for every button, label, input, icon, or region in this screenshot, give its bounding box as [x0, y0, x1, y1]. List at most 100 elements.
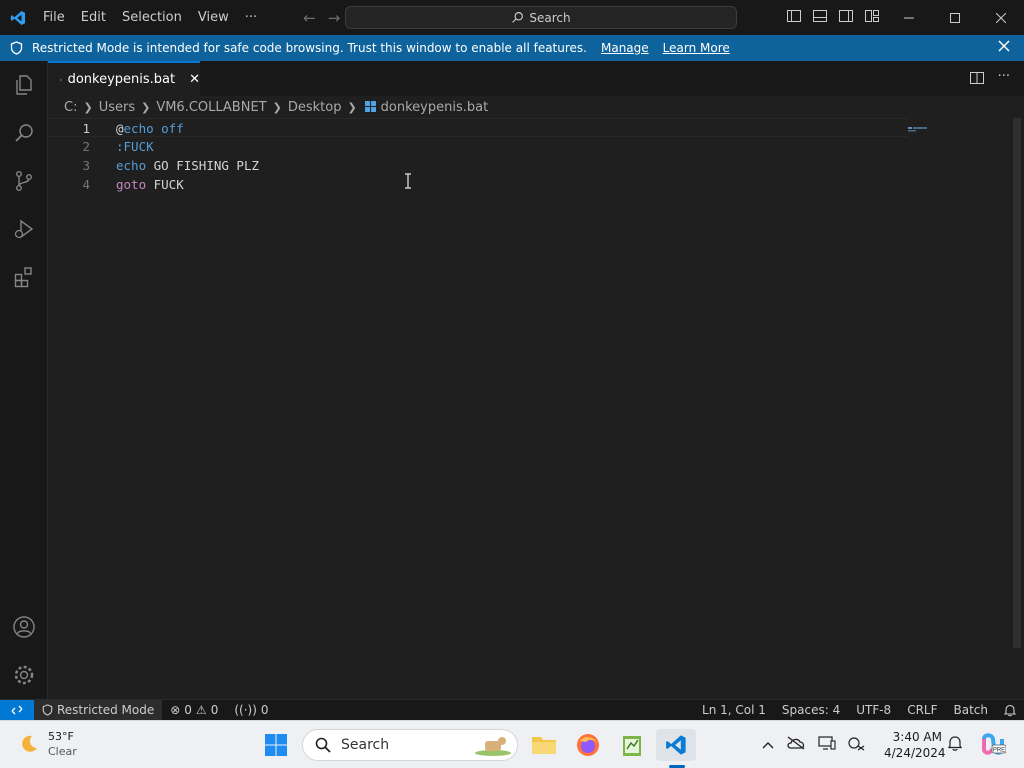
customize-layout-icon[interactable]	[864, 8, 880, 24]
breadcrumb-drive[interactable]: C:	[64, 100, 77, 115]
restricted-mode-status[interactable]: Restricted Mode	[34, 699, 163, 721]
close-window-icon[interactable]	[978, 0, 1024, 35]
title-bar: File Edit Selection View ··· ← → Search	[0, 0, 1024, 35]
line-number: 4	[82, 177, 90, 192]
restricted-mode-banner: Restricted Mode is intended for safe cod…	[0, 35, 1024, 61]
code-token: echo	[116, 158, 147, 173]
weather-widget[interactable]: 53°F Clear	[18, 729, 77, 759]
shield-icon	[0, 41, 32, 55]
warning-count: 0	[210, 703, 219, 717]
command-center-search[interactable]: Search	[345, 6, 737, 29]
breadcrumb-file[interactable]: donkeypenis.bat	[381, 100, 489, 115]
toggle-secondary-sidebar-icon[interactable]	[838, 8, 854, 24]
code-text: goto FUCK	[116, 175, 184, 194]
maximize-icon[interactable]	[932, 0, 978, 35]
code-line[interactable]: 1 @echo off	[48, 118, 908, 137]
copilot-icon[interactable]: PRE	[980, 731, 1007, 761]
code-token: echo off	[123, 121, 184, 136]
split-editor-icon[interactable]	[969, 71, 984, 89]
chevron-right-icon: ❯	[347, 100, 357, 114]
manage-gear-icon[interactable]	[0, 651, 48, 699]
weather-temp: 53°F	[48, 730, 74, 743]
line-number: 3	[82, 158, 90, 173]
code-line[interactable]: 3 echo GO FISHING PLZ	[48, 156, 908, 175]
network-disconnected-icon[interactable]	[848, 735, 866, 755]
run-and-debug-icon[interactable]	[0, 205, 48, 253]
encoding[interactable]: UTF-8	[848, 703, 899, 717]
toggle-primary-sidebar-icon[interactable]	[786, 8, 802, 24]
code-editor[interactable]: 1 @echo off 2 :FUCK 3 echo GO FISHING PLZ 4 got…	[48, 118, 1024, 699]
menu-bar: File Edit Selection View ···	[35, 0, 265, 35]
windows-taskbar: 53°F Clear Search 3:40 AM 4/24/2024 PRE	[0, 720, 1024, 768]
menu-edit[interactable]: Edit	[73, 0, 114, 35]
system-tray	[762, 735, 866, 755]
ports-status[interactable]: ((·)) 0	[226, 703, 276, 717]
breadcrumb: C: ❯ Users ❯ VM6.COLLABNET ❯ Desktop ❯ d…	[48, 96, 1024, 118]
more-actions-icon[interactable]: ···	[998, 70, 1010, 89]
vscode-taskbar-icon[interactable]	[656, 729, 696, 761]
code-line[interactable]: 4 goto FUCK	[48, 175, 908, 194]
vertical-scrollbar[interactable]	[1013, 118, 1021, 648]
extensions-icon[interactable]	[0, 253, 48, 301]
banner-message: Restricted Mode is intended for safe cod…	[32, 41, 587, 55]
code-text: :FUCK	[116, 137, 154, 156]
close-banner-icon[interactable]	[998, 40, 1010, 55]
end-of-line[interactable]: CRLF	[899, 703, 945, 717]
clock[interactable]: 3:40 AM 4/24/2024	[884, 729, 946, 761]
chevron-up-icon[interactable]	[762, 738, 774, 753]
file-explorer-icon[interactable]	[524, 729, 564, 761]
source-control-icon[interactable]	[0, 157, 48, 205]
chevron-right-icon: ❯	[272, 100, 282, 114]
onedrive-offline-icon[interactable]	[786, 736, 806, 754]
toggle-panel-icon[interactable]	[812, 8, 828, 24]
breadcrumb-users[interactable]: Users	[99, 100, 135, 115]
code-token: GO FISHING PLZ	[146, 158, 259, 173]
language-mode[interactable]: Batch	[946, 703, 997, 717]
manage-link[interactable]: Manage	[601, 41, 649, 55]
minimap[interactable]	[908, 121, 928, 136]
notification-bell-icon[interactable]	[947, 735, 963, 755]
back-arrow-icon[interactable]: ←	[303, 9, 316, 27]
code-token: FUCK	[146, 177, 184, 192]
status-bar: Restricted Mode ⊗ 0 ⚠ 0 ((·)) 0 Ln 1, Co…	[0, 699, 1024, 721]
code-token: @	[116, 121, 124, 136]
code-text: echo GO FISHING PLZ	[116, 156, 259, 175]
close-tab-icon[interactable]: ✕	[189, 72, 200, 87]
cursor-position[interactable]: Ln 1, Col 1	[694, 703, 774, 717]
chevron-right-icon: ❯	[83, 100, 93, 114]
start-button-icon[interactable]	[264, 733, 288, 761]
firefox-icon[interactable]	[568, 729, 608, 761]
remote-indicator-icon[interactable]	[0, 699, 34, 721]
app-notepad-icon[interactable]	[612, 729, 652, 761]
menu-view[interactable]: View	[190, 0, 237, 35]
display-icon[interactable]	[818, 735, 836, 755]
error-count: 0	[184, 703, 192, 717]
minimize-icon[interactable]	[886, 0, 932, 35]
batch-file-icon	[60, 78, 62, 81]
tab-donkeypenis-bat[interactable]: donkeypenis.bat ✕	[48, 61, 200, 96]
chevron-right-icon: ❯	[141, 100, 151, 114]
menu-more[interactable]: ···	[237, 0, 265, 35]
explorer-icon[interactable]	[0, 61, 48, 109]
command-center-label: Search	[529, 10, 571, 25]
menu-selection[interactable]: Selection	[114, 0, 190, 35]
batch-file-icon	[364, 101, 376, 112]
breadcrumb-desktop[interactable]: Desktop	[288, 100, 342, 115]
line-number: 1	[82, 121, 90, 136]
learn-more-link[interactable]: Learn More	[663, 41, 730, 55]
code-line[interactable]: 2 :FUCK	[48, 137, 908, 156]
ports-count: 0	[260, 703, 269, 717]
accounts-icon[interactable]	[0, 603, 48, 651]
problems-status[interactable]: ⊗ 0 ⚠ 0	[162, 703, 226, 717]
taskbar-search[interactable]: Search	[302, 729, 518, 761]
text-cursor-icon	[404, 173, 412, 192]
svg-text:PRE: PRE	[993, 748, 1005, 754]
menu-file[interactable]: File	[35, 0, 73, 35]
line-number: 2	[82, 139, 90, 154]
notifications-bell-icon[interactable]	[996, 704, 1024, 717]
vscode-logo-icon	[0, 0, 35, 35]
breadcrumb-user[interactable]: VM6.COLLABNET	[156, 100, 266, 115]
forward-arrow-icon[interactable]: →	[328, 9, 341, 27]
indentation[interactable]: Spaces: 4	[774, 703, 848, 717]
search-view-icon[interactable]	[0, 109, 48, 157]
